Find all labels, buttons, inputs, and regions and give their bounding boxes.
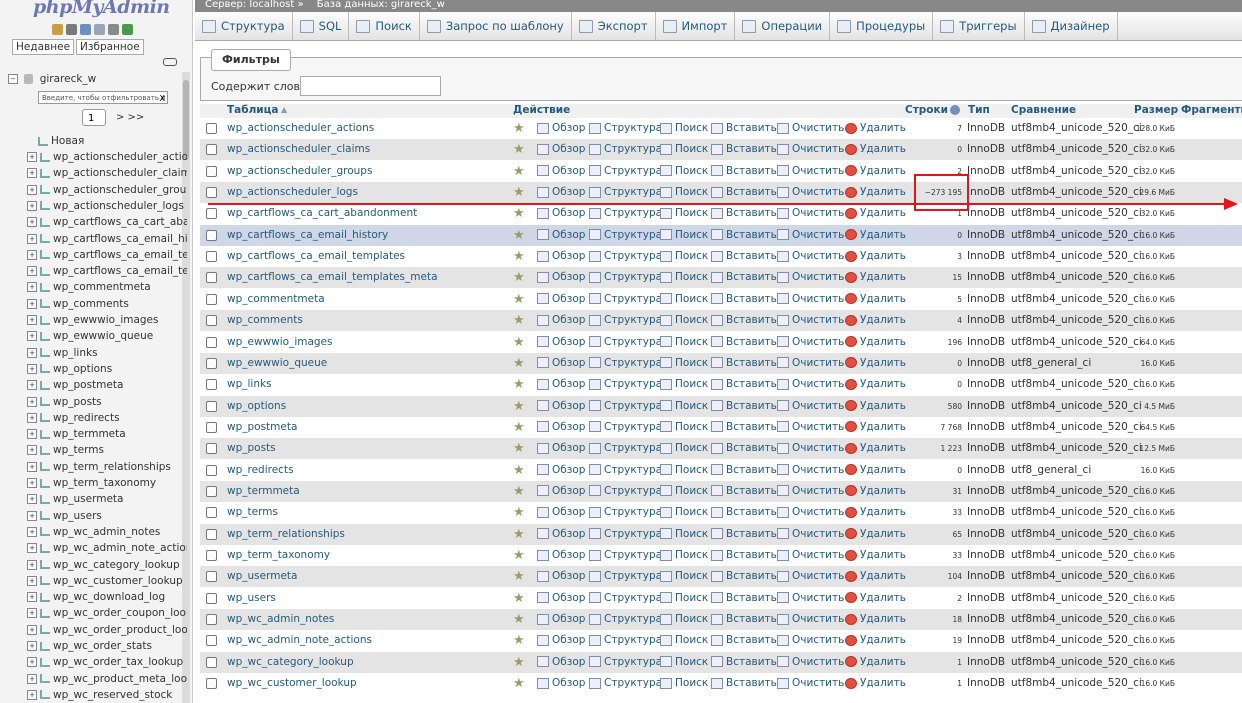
annotation-arrow xyxy=(208,198,1238,210)
arrow-head xyxy=(1224,198,1238,210)
